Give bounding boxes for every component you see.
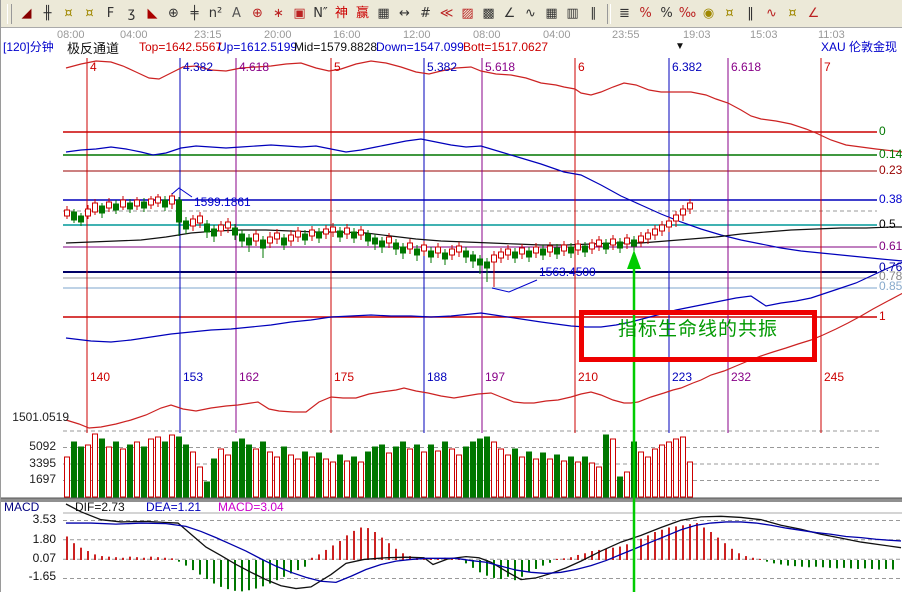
bar-count-label: 188 bbox=[427, 371, 447, 384]
fib-section-label: 4.618 bbox=[239, 61, 269, 74]
macd-scale-label: 1.80 bbox=[3, 533, 56, 546]
bar-count-label: 232 bbox=[731, 371, 751, 384]
fib-level-label: 0.146 bbox=[879, 148, 902, 161]
time-label: 08:00 bbox=[57, 29, 85, 41]
macd-dea-value: DEA=1.21 bbox=[146, 501, 201, 514]
fib-level-label: 1 bbox=[879, 310, 886, 323]
bar-count-label: 223 bbox=[672, 371, 692, 384]
symbol-name-label[interactable]: XAU 伦敦金现 bbox=[821, 41, 897, 54]
fib-section-label: 6 bbox=[578, 61, 585, 74]
macd-title: MACD bbox=[4, 501, 39, 514]
channel-down-value: Down=1547.099 bbox=[376, 41, 464, 54]
annotation-text: 指标生命线的共振 bbox=[579, 320, 817, 341]
macd-scale-label: 3.53 bbox=[3, 513, 56, 526]
macd-macd-value: MACD=3.04 bbox=[218, 501, 284, 514]
indicator-name-label[interactable]: 极反通道 bbox=[67, 42, 119, 56]
time-label: 23:55 bbox=[612, 29, 640, 41]
channel-bott-value: Bott=1517.0627 bbox=[463, 41, 548, 54]
fib-level-label: 0.5 bbox=[879, 218, 896, 231]
bar-count-label: 153 bbox=[183, 371, 203, 384]
fib-section-label: 6.618 bbox=[731, 61, 761, 74]
bar-count-label: 197 bbox=[485, 371, 505, 384]
time-label: 19:03 bbox=[683, 29, 711, 41]
fib-level-label: 0.854 bbox=[879, 280, 902, 293]
bar-count-label: 245 bbox=[824, 371, 844, 384]
bar-count-label: 210 bbox=[578, 371, 598, 384]
fib-section-label: 7 bbox=[824, 61, 831, 74]
fib-section-label: 4.382 bbox=[183, 61, 213, 74]
trading-app-window: ◢╫¤¤Fʒ◣⊕╪n²A⊕∗▣N″神赢▦↔#≪▨▩∠∿▦▥∥≣%%‰◉¤‖∿¤∠… bbox=[0, 0, 902, 592]
channel-up-value: Up=1612.5199 bbox=[218, 41, 297, 54]
volume-scale-label: 5092 bbox=[3, 440, 56, 453]
macd-scale-label: -1.65 bbox=[3, 570, 56, 583]
price-callout: 1599.1861 bbox=[194, 196, 251, 209]
fib-section-label: 5.382 bbox=[427, 61, 457, 74]
price-scale-label: 1501.0519 bbox=[3, 411, 69, 424]
bar-count-label: 140 bbox=[90, 371, 110, 384]
bar-count-label: 162 bbox=[239, 371, 259, 384]
bar-count-label: 175 bbox=[334, 371, 354, 384]
fib-level-label: 0.236 bbox=[879, 164, 902, 177]
fib-section-label: 6.382 bbox=[672, 61, 702, 74]
fib-level-label: 0 bbox=[879, 125, 886, 138]
time-label: 15:03 bbox=[750, 29, 778, 41]
chart-canvas[interactable] bbox=[1, 0, 902, 592]
channel-mid-value: Mid=1579.8828 bbox=[294, 41, 377, 54]
macd-dif-value: DIF=2.73 bbox=[75, 501, 125, 514]
marker-triangle-icon: ▼ bbox=[675, 41, 685, 52]
fib-section-label: 4 bbox=[90, 61, 97, 74]
macd-scale-label: 0.07 bbox=[3, 552, 56, 565]
fib-level-label: 0.618 bbox=[879, 240, 902, 253]
fib-section-label: 5.618 bbox=[485, 61, 515, 74]
fib-level-label: 0.382 bbox=[879, 193, 902, 206]
channel-top-value: Top=1642.5567 bbox=[139, 41, 222, 54]
volume-scale-label: 1697 bbox=[3, 473, 56, 486]
price-callout: 1563.4500 bbox=[539, 266, 596, 279]
volume-scale-label: 3395 bbox=[3, 457, 56, 470]
chart-period-label[interactable]: [120]分钟 bbox=[3, 41, 54, 54]
fib-section-label: 5 bbox=[334, 61, 341, 74]
